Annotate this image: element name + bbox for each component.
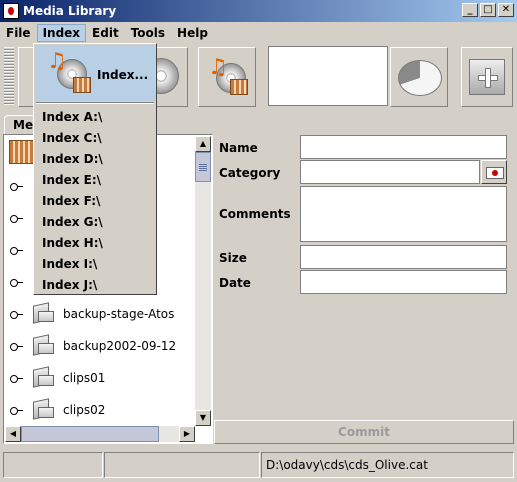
tree-horizontal-scrollbar[interactable]: ◀ ▶ (5, 426, 195, 442)
maximize-button[interactable]: □ (480, 3, 496, 17)
tree-root[interactable] (5, 138, 35, 166)
size-field[interactable] (300, 245, 507, 269)
comments-label: Comments (219, 207, 291, 221)
expand-toggle-icon[interactable] (9, 404, 23, 416)
category-picker-button[interactable] (481, 160, 507, 184)
app-icon (3, 3, 19, 19)
status-bar: D:\odavy\cds\cds_Olive.cat (0, 448, 517, 482)
menu-tools[interactable]: Tools (125, 24, 171, 42)
add-button[interactable] (461, 47, 513, 107)
tree-item-label: backup2002-09-12 (63, 339, 177, 353)
minimize-button[interactable]: _ (462, 3, 478, 17)
tree-vertical-scrollbar[interactable]: ▲ ▼ (195, 136, 211, 426)
menu-separator (36, 102, 154, 104)
date-field[interactable] (300, 270, 507, 294)
tree-item[interactable]: clips02 (5, 396, 105, 424)
expand-toggle-icon[interactable] (9, 308, 23, 320)
index-menu-dropdown: ♫ Index... Index A:\ Index C:\ Index D:\… (33, 43, 157, 295)
disk-icon (29, 334, 55, 357)
tree-item[interactable]: backup2002-09-12 (5, 332, 176, 360)
comments-field[interactable] (300, 186, 507, 242)
scroll-down-icon[interactable]: ▼ (195, 410, 211, 426)
status-cell-1 (3, 452, 103, 478)
expand-toggle-icon[interactable] (9, 340, 23, 352)
tree-item[interactable]: clips01 (5, 364, 105, 392)
menu-help[interactable]: Help (171, 24, 214, 42)
expand-toggle-icon[interactable] (9, 180, 23, 192)
status-file-path: D:\odavy\cds\cds_Olive.cat (261, 452, 514, 478)
index-cd-icon: ♫ (45, 51, 93, 97)
library-root-icon (9, 140, 35, 164)
category-field[interactable] (300, 160, 480, 184)
expand-toggle-icon[interactable] (9, 212, 23, 224)
window-title: Media Library (23, 4, 117, 18)
statistics-button[interactable] (390, 47, 448, 107)
menu-item-index-e[interactable]: Index E:\ (42, 173, 101, 187)
title-bar: Media Library _ □ ✕ (0, 0, 517, 22)
disk-icon (29, 302, 55, 325)
expand-toggle-icon[interactable] (9, 244, 23, 256)
index-toolbar-button[interactable]: ♫ (198, 47, 256, 107)
status-cell-2 (104, 452, 260, 478)
menu-item-index-g[interactable]: Index G:\ (42, 215, 103, 229)
tree-item-label: clips02 (63, 403, 106, 417)
toolbar-text-box[interactable] (268, 46, 388, 106)
menu-index[interactable]: Index (36, 23, 87, 42)
expand-toggle-icon[interactable] (9, 276, 23, 288)
index-menu-header-label: Index... (97, 68, 149, 82)
index-menu-header-item[interactable]: ♫ Index... (35, 45, 155, 101)
date-label: Date (219, 276, 251, 290)
menu-bar: File Index Edit Tools Help (0, 22, 517, 43)
menu-item-index-c[interactable]: Index C:\ (42, 131, 102, 145)
menu-item-index-a[interactable]: Index A:\ (42, 110, 102, 124)
index-cd-icon: ♫ (208, 57, 248, 97)
disk-icon (29, 398, 55, 421)
name-field[interactable] (300, 135, 507, 159)
size-label: Size (219, 251, 247, 265)
disk-icon (29, 366, 55, 389)
scroll-up-icon[interactable]: ▲ (195, 136, 211, 152)
pie-chart-icon (398, 60, 442, 96)
menu-edit[interactable]: Edit (86, 24, 125, 42)
tree-item-label: backup-stage-Atos (63, 307, 175, 321)
commit-button[interactable]: Commit (214, 420, 514, 444)
menu-item-index-j[interactable]: Index J:\ (42, 278, 97, 292)
menu-item-index-d[interactable]: Index D:\ (42, 152, 103, 166)
scroll-left-icon[interactable]: ◀ (5, 426, 21, 442)
expand-toggle-icon[interactable] (9, 372, 23, 384)
plus-icon (469, 59, 505, 95)
menu-item-index-f[interactable]: Index F:\ (42, 194, 100, 208)
scroll-thumb[interactable] (21, 426, 159, 442)
tree-item[interactable]: backup-stage-Atos (5, 300, 174, 328)
category-label: Category (219, 166, 281, 180)
scroll-thumb[interactable] (195, 152, 211, 182)
close-button[interactable]: ✕ (498, 3, 514, 17)
menu-item-index-i[interactable]: Index I:\ (42, 257, 97, 271)
name-label: Name (219, 141, 258, 155)
menu-item-index-h[interactable]: Index H:\ (42, 236, 103, 250)
scroll-right-icon[interactable]: ▶ (179, 426, 195, 442)
tree-item-label: clips01 (63, 371, 106, 385)
toolbar-grip[interactable] (4, 47, 14, 105)
menu-file[interactable]: File (0, 24, 37, 42)
